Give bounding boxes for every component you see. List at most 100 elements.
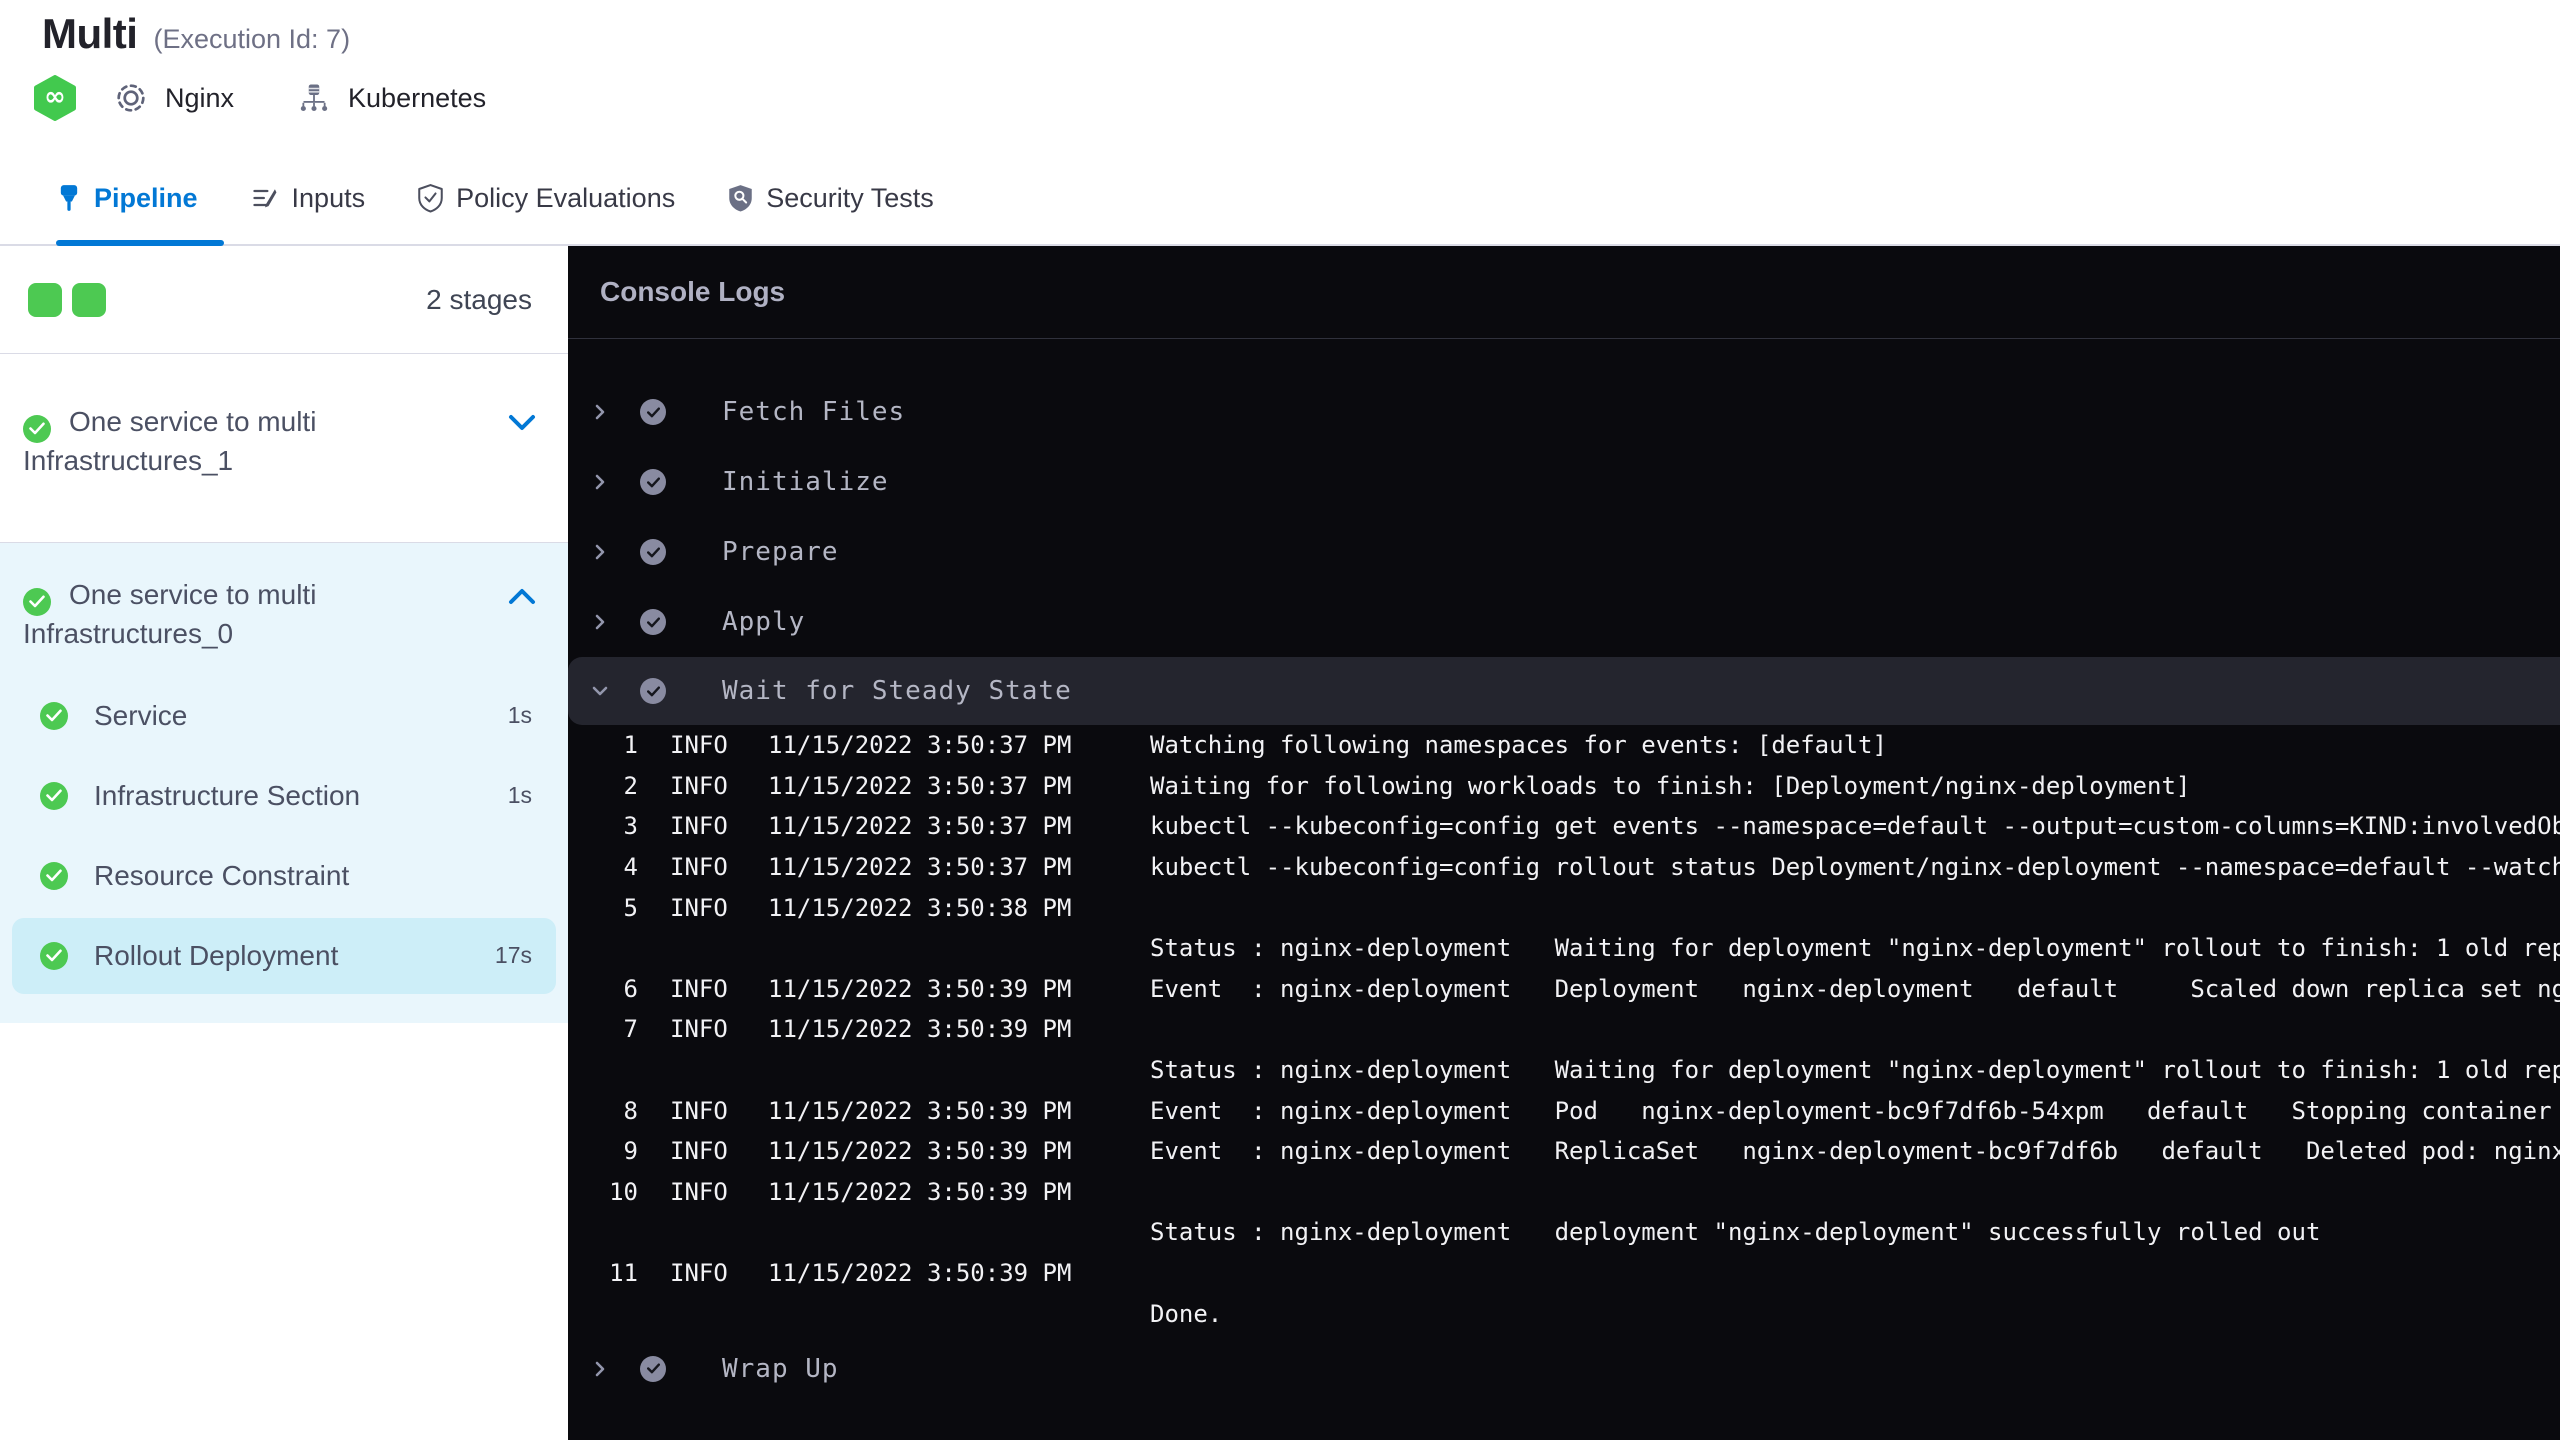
log-message: kubectl --kubeconfig=config rollout stat… <box>1150 853 2560 882</box>
log-row: Done. <box>568 1293 2560 1334</box>
active-tab-underline <box>56 240 224 246</box>
console-step-fetch-files[interactable]: Fetch Files <box>568 377 2560 447</box>
tab-policy-evaluations[interactable]: Policy Evaluations <box>417 175 675 221</box>
log-message: Status : nginx-deployment Waiting for de… <box>1150 934 2560 963</box>
log-message: Event : nginx-deployment Pod nginx-deplo… <box>1150 1096 2552 1125</box>
service-name[interactable]: Nginx <box>165 83 234 114</box>
log-row: 10 INFO 11/15/2022 3:50:39 PM <box>568 1172 2560 1213</box>
chevron-right-icon[interactable] <box>590 542 610 562</box>
tab-label: Security Tests <box>766 182 934 213</box>
log-row: 9 INFO 11/15/2022 3:50:39 PM Event : nginx-… <box>568 1131 2560 1172</box>
stage-count-label: 2 stages <box>426 283 532 315</box>
tab-label: Pipeline <box>94 182 198 213</box>
page-title: Multi <box>42 10 138 57</box>
gear-icon <box>117 84 145 112</box>
stages-sidebar: 2 stages One service to multi Infrastruc… <box>0 246 568 1440</box>
log-row: 8 INFO 11/15/2022 3:50:39 PM Event : nginx-… <box>568 1090 2560 1131</box>
meta-row: ∞ Nginx Kubernetes <box>0 75 2560 121</box>
step-success-icon <box>640 1355 666 1382</box>
chevron-right-icon[interactable] <box>590 402 610 422</box>
log-timestamp: 11/15/2022 3:50:39 PM <box>768 974 1072 1003</box>
execution-id: (Execution Id: 7) <box>153 24 351 54</box>
log-row: Status : nginx-deployment Waiting for de… <box>568 1050 2560 1091</box>
step-label: Resource Constraint <box>94 859 350 891</box>
tab-pipeline[interactable]: Pipeline <box>56 175 198 221</box>
log-timestamp: 11/15/2022 3:50:37 PM <box>768 853 1072 882</box>
inputs-icon <box>252 189 276 208</box>
log-output: 1 INFO 11/15/2022 3:50:37 PM Watching follo… <box>568 725 2560 1334</box>
chevron-down-icon[interactable] <box>508 414 536 432</box>
log-message: Status : nginx-deployment Waiting for de… <box>1150 1056 2560 1085</box>
chevron-right-icon[interactable] <box>590 1359 610 1379</box>
log-level: INFO <box>670 771 728 800</box>
step-duration: 1s <box>507 702 532 728</box>
infrastructure-name[interactable]: Kubernetes <box>348 83 486 114</box>
log-timestamp: 11/15/2022 3:50:37 PM <box>768 731 1072 760</box>
console-logs-title: Console Logs <box>568 246 2560 339</box>
log-line-number: 9 <box>623 1137 638 1166</box>
tab-inputs[interactable]: Inputs <box>250 175 365 221</box>
log-level: INFO <box>670 1137 728 1166</box>
chevron-up-icon[interactable] <box>508 587 536 605</box>
log-timestamp: 11/15/2022 3:50:39 PM <box>768 1259 1072 1288</box>
console-step-apply[interactable]: Apply <box>568 587 2560 657</box>
console-step-label: Fetch Files <box>722 397 906 427</box>
tab-security-tests[interactable]: Security Tests <box>727 175 934 221</box>
success-check-icon <box>40 701 68 730</box>
log-level: INFO <box>670 974 728 1003</box>
log-timestamp: 11/15/2022 3:50:39 PM <box>768 1096 1072 1125</box>
header: Multi (Execution Id: 7) ∞ Nginx Kubernet… <box>0 0 2560 246</box>
log-message: Done. <box>1150 1299 1223 1328</box>
success-check-icon <box>23 587 51 616</box>
step-list: Service 1s Infrastructure Section 1s Res… <box>0 676 568 994</box>
chevron-right-icon[interactable] <box>590 612 610 632</box>
log-level: INFO <box>670 1015 728 1044</box>
log-message: Watching following namespaces for events… <box>1150 731 1887 760</box>
step-rollout-deployment[interactable]: Rollout Deployment 17s <box>12 917 556 994</box>
console-step-wait-for-steady-state[interactable]: Wait for Steady State <box>568 657 2560 725</box>
log-line-number: 2 <box>623 771 638 800</box>
log-row: 4 INFO 11/15/2022 3:50:37 PM kubectl --kube… <box>568 847 2560 888</box>
log-row: 3 INFO 11/15/2022 3:50:37 PM kubectl --kube… <box>568 806 2560 847</box>
stage-item-infrastructures-1[interactable]: One service to multi Infrastructures_1 <box>0 354 568 543</box>
step-duration: 1s <box>507 782 532 808</box>
console-logs-panel: Console Logs Fetch Files Initialize Prep… <box>568 246 2560 1440</box>
step-service[interactable]: Service 1s <box>0 676 568 756</box>
log-line-number: 3 <box>623 812 638 841</box>
success-check-icon <box>40 781 68 810</box>
console-step-label: Wrap Up <box>722 1353 839 1384</box>
log-row: 5 INFO 11/15/2022 3:50:38 PM <box>568 887 2560 928</box>
stage-name-text: One service to multi Infrastructures_1 <box>23 406 317 476</box>
pipeline-icon <box>60 185 78 211</box>
log-message: Waiting for following workloads to finis… <box>1150 771 2191 800</box>
step-resource-constraint[interactable]: Resource Constraint <box>0 836 568 916</box>
stage-header[interactable]: One service to multi Infrastructures_0 <box>0 577 568 652</box>
step-infrastructure-section[interactable]: Infrastructure Section 1s <box>0 756 568 836</box>
shield-search-icon <box>729 185 752 212</box>
chevron-right-icon[interactable] <box>590 472 610 492</box>
log-level: INFO <box>670 1177 728 1206</box>
console-step-wrap-up[interactable]: Wrap Up <box>568 1334 2560 1404</box>
console-step-prepare[interactable]: Prepare <box>568 517 2560 587</box>
log-timestamp: 11/15/2022 3:50:37 PM <box>768 771 1072 800</box>
log-line-number: 4 <box>623 853 638 882</box>
success-check-icon <box>23 414 51 443</box>
log-line-number: 8 <box>623 1096 638 1125</box>
console-step-initialize[interactable]: Initialize <box>568 447 2560 517</box>
log-line-number: 11 <box>609 1259 638 1288</box>
log-row: 7 INFO 11/15/2022 3:50:39 PM <box>568 1009 2560 1050</box>
step-success-icon <box>640 609 666 635</box>
stage-name-text: One service to multi Infrastructures_0 <box>23 579 317 649</box>
log-row: Status : nginx-deployment deployment "ng… <box>568 1212 2560 1253</box>
title-row: Multi (Execution Id: 7) <box>0 0 2560 58</box>
svg-text:∞: ∞ <box>44 82 66 112</box>
chevron-down-icon[interactable] <box>590 681 610 701</box>
step-success-icon <box>640 678 666 704</box>
log-message: Status : nginx-deployment deployment "ng… <box>1150 1218 2321 1247</box>
log-timestamp: 11/15/2022 3:50:39 PM <box>768 1015 1072 1044</box>
log-row: 2 INFO 11/15/2022 3:50:37 PM Waiting for fo… <box>568 766 2560 807</box>
step-success-icon <box>640 539 666 565</box>
shield-check-icon <box>418 184 443 213</box>
console-step-label: Apply <box>722 607 806 637</box>
stage-success-square <box>28 282 62 317</box>
